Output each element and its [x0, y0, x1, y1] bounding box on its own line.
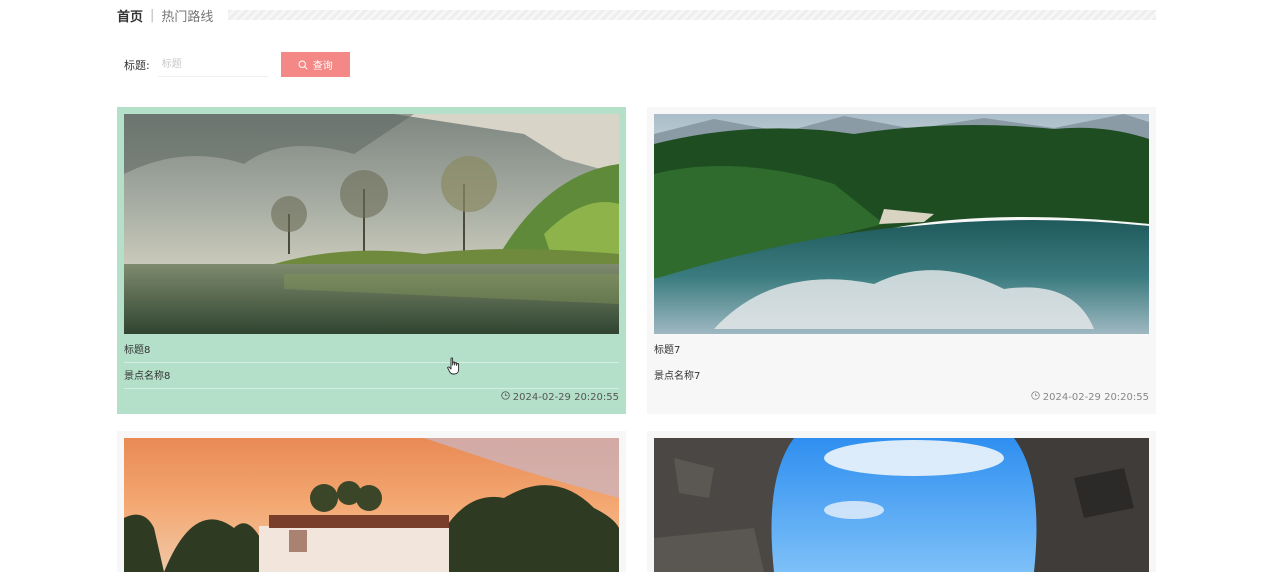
card-spot-name: 景点名称8 [124, 367, 619, 389]
route-card[interactable]: 标题8 景点名称8 2024-02-29 20:20:55 [117, 107, 626, 414]
breadcrumb-home[interactable]: 首页 [117, 6, 143, 25]
breadcrumb: 首页 | 热门路线 [117, 4, 213, 26]
card-image[interactable] [654, 438, 1149, 572]
card-title: 标题8 [124, 341, 619, 363]
card-timestamp: 2024-02-29 20:20:55 [1031, 391, 1149, 403]
breadcrumb-current: 热门路线 [161, 9, 214, 25]
card-title: 标题7 [654, 345, 681, 356]
search-input[interactable] [157, 52, 268, 77]
card-timestamp: 2024-02-29 20:20:55 [501, 391, 619, 403]
route-card[interactable] [117, 431, 626, 572]
search-button-label: 查询 [312, 61, 333, 72]
search-bar: 标题: 查询 [124, 52, 350, 77]
clock-icon [1031, 391, 1040, 403]
search-button[interactable]: 查询 [280, 52, 350, 77]
card-image[interactable] [124, 438, 619, 572]
breadcrumb-divider [228, 10, 1156, 20]
clock-icon [501, 391, 510, 403]
search-icon [298, 59, 308, 70]
route-card[interactable] [647, 431, 1156, 572]
search-label: 标题: [124, 58, 150, 72]
breadcrumb-separator: | [150, 7, 155, 23]
card-image[interactable] [654, 114, 1149, 334]
card-time-text: 2024-02-29 20:20:55 [512, 391, 619, 403]
route-card[interactable]: 标题7 景点名称7 2024-02-29 20:20:55 [647, 107, 1156, 414]
card-time-text: 2024-02-29 20:20:55 [1042, 391, 1149, 403]
card-image[interactable] [124, 114, 619, 334]
card-spot-name: 景点名称7 [654, 371, 701, 382]
hand-pointer-icon [447, 357, 461, 379]
